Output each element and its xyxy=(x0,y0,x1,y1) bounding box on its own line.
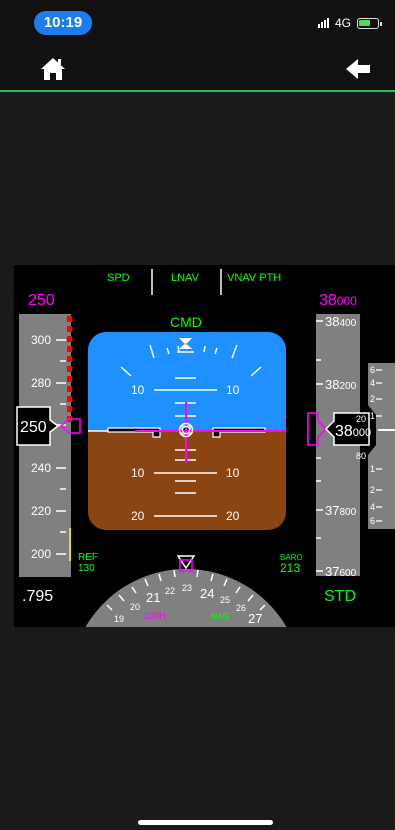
pitch-label: 20 xyxy=(226,509,240,523)
signal-icon xyxy=(317,18,329,28)
speed-tick-label: 240 xyxy=(31,461,51,475)
pitch-label: 10 xyxy=(226,383,240,397)
heading-label: 20 xyxy=(130,602,140,612)
fma-roll-mode: LNAV xyxy=(171,272,200,284)
heading-reference: MAG xyxy=(211,612,229,621)
primary-flight-display: SPD LNAV VNAV PTH 250 38000 300 280 260 … xyxy=(14,265,395,627)
heading-label: 22 xyxy=(165,586,175,596)
speed-tick-label: 200 xyxy=(31,547,51,561)
overspeed-barber-pole xyxy=(67,316,72,422)
pitch-label: 10 xyxy=(131,383,145,397)
heading-compass: 19 20 21 22 23 24 25 26 27 230H MAG xyxy=(85,569,287,627)
selected-speed: 250 xyxy=(28,292,55,309)
fma-speed-mode: SPD xyxy=(107,272,130,284)
mach-number: .795 xyxy=(22,588,53,605)
status-time: 10:19 xyxy=(34,11,92,35)
vs-label: 6 xyxy=(370,516,375,526)
heading-label: 26 xyxy=(236,603,246,613)
pitch-label: 10 xyxy=(226,466,240,480)
pitch-label: 20 xyxy=(131,509,145,523)
heading-label: 21 xyxy=(146,590,160,605)
heading-label: 23 xyxy=(182,583,192,593)
home-indicator[interactable] xyxy=(138,820,273,825)
speed-tick-label: 300 xyxy=(31,333,51,347)
home-icon[interactable] xyxy=(40,56,66,82)
baro-value: 213 xyxy=(280,561,300,575)
fma-pitch-mode: VNAV PTH xyxy=(227,272,281,284)
ref-label: REF xyxy=(78,552,98,563)
network-label: 4G xyxy=(334,16,351,30)
pitch-label: 10 xyxy=(131,466,145,480)
vs-label: 4 xyxy=(370,502,375,512)
vs-label: 1 xyxy=(370,411,375,421)
altimeter-setting: STD xyxy=(324,588,356,605)
selected-altitude: 38000 xyxy=(319,292,357,309)
vs-label: 1 xyxy=(370,464,375,474)
status-bar: 10:19 4G xyxy=(0,0,395,42)
heading-label: 25 xyxy=(220,595,230,605)
autopilot-status: CMD xyxy=(170,314,202,330)
back-arrow-icon[interactable] xyxy=(345,58,371,80)
vs-label: 2 xyxy=(370,394,375,404)
speed-tick-label: 220 xyxy=(31,504,51,518)
app-toolbar xyxy=(0,42,395,92)
current-speed: 250 xyxy=(20,419,47,436)
heading-label: 19 xyxy=(114,614,124,624)
heading-label: 24 xyxy=(200,586,214,601)
heading-label: 27 xyxy=(248,611,262,626)
altitude-roll-digit: 20 xyxy=(356,414,366,424)
vs-label: 4 xyxy=(370,378,375,388)
speed-tick-label: 280 xyxy=(31,376,51,390)
battery-icon xyxy=(357,17,382,29)
altitude-roll-digit: 80 xyxy=(356,451,366,461)
heading-bug-label: 230H xyxy=(144,611,166,621)
ref-value: 130 xyxy=(78,563,95,574)
vs-label: 2 xyxy=(370,485,375,495)
status-indicators: 4G xyxy=(317,16,382,30)
vs-label: 6 xyxy=(370,365,375,375)
